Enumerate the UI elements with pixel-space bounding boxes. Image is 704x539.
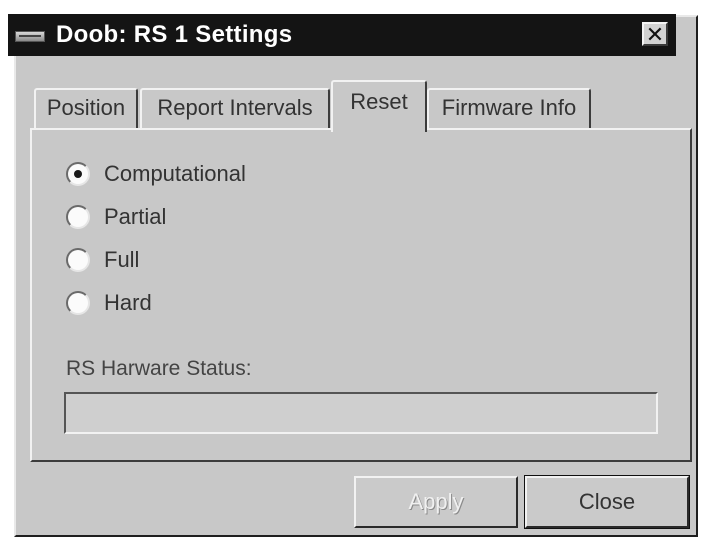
radio-selected-dot [74,170,82,178]
title-bar[interactable]: Doob: RS 1 Settings ✕ [8,14,676,56]
close-window-button[interactable]: ✕ [642,22,668,46]
tab-reset[interactable]: Reset [331,80,427,132]
tab-position[interactable]: Position [34,88,138,128]
tab-report-intervals[interactable]: Report Intervals [140,88,330,128]
hardware-status-label: RS Harware Status: [66,357,252,380]
hardware-status-field [64,392,658,434]
radio-label: Partial [104,204,167,229]
app-icon [15,31,45,42]
radio-label: Full [104,247,140,272]
radio-label: Computational [104,161,246,186]
radio-button-icon[interactable] [66,205,90,229]
radio-button-icon[interactable] [66,162,90,186]
apply-button[interactable]: Apply [354,476,518,528]
window-title: Doob: RS 1 Settings [56,21,293,48]
close-button[interactable]: Close [524,475,690,529]
radio-button-icon[interactable] [66,291,90,315]
radio-label: Hard [104,290,152,315]
tab-firmware-info[interactable]: Firmware Info [427,88,591,128]
radio-button-icon[interactable] [66,248,90,272]
